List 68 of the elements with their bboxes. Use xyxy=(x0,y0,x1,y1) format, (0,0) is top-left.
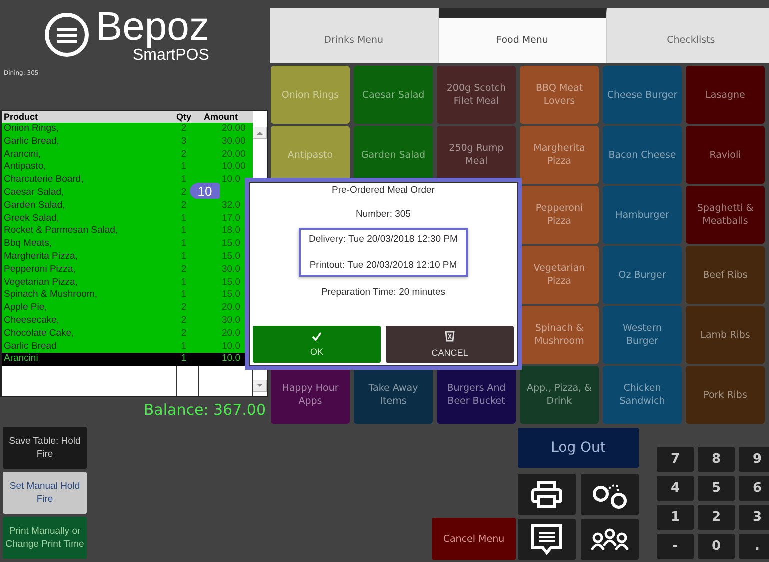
qty-cell-text: 1 xyxy=(180,250,188,264)
amount-cell-text: 10.0 xyxy=(221,353,242,366)
product-cell-text: Rocket & Parmesan Salad, xyxy=(3,225,120,238)
product-cell-text: Arancini xyxy=(3,353,40,366)
qty-cell-text: 1 xyxy=(180,276,188,290)
amount-cell-text: 30.0 xyxy=(221,314,242,328)
amount-cell-text: 15.0 xyxy=(221,250,242,264)
order-number: Number: 305 xyxy=(356,209,411,220)
qty-cell-text: 1 xyxy=(180,225,188,238)
qty-cell-text: 1 xyxy=(180,289,188,302)
amount-cell-text: 20.00 xyxy=(221,148,247,162)
column-header: Product xyxy=(3,111,40,123)
product-cell-text: Garlic Bread, xyxy=(3,136,60,149)
qty-cell-text: 2 xyxy=(180,200,188,213)
amount-cell-text: 30.00 xyxy=(221,136,247,149)
column-header: Qty xyxy=(175,111,192,123)
qty-cell-text: 2 xyxy=(180,302,188,315)
product-cell-text: Charcuterie Board, xyxy=(3,174,85,187)
amount-cell-text: 10.0 xyxy=(221,174,242,187)
product-cell-text: Greek Salad, xyxy=(3,212,60,226)
amount-cell-text: 32.0 xyxy=(221,200,242,213)
qty-cell-text: 2 xyxy=(180,123,188,136)
amount-cell-text: 15.0 xyxy=(221,276,242,290)
product-cell-text: Margherita Pizza, xyxy=(3,250,79,264)
product-cell-text: Chocolate Cake, xyxy=(3,328,76,341)
qty-cell-text: 2 xyxy=(180,264,188,277)
amount-cell-text: 30.0 xyxy=(221,264,242,277)
qty-cell-text: 1 xyxy=(180,174,188,187)
preparation-time: Preparation Time: 20 minutes xyxy=(321,287,446,298)
product-cell-text: Spinach & Mushroom, xyxy=(3,289,98,302)
product-cell-text: Pepperoni Pizza, xyxy=(3,264,77,277)
qty-cell-text: 1 xyxy=(180,353,188,366)
logo-subtitle: SmartPOS xyxy=(132,48,210,64)
product-cell-text: Apple Pie, xyxy=(3,302,48,315)
step-callout: 10 xyxy=(190,183,220,199)
dialog-title: Pre-Ordered Meal Order xyxy=(332,185,435,196)
amount-cell-text: 17.0 xyxy=(221,212,242,226)
qty-cell-text: 2 xyxy=(180,314,188,328)
qty-cell-text: 1 xyxy=(180,340,188,354)
printout-time: Printout: Tue 20/03/2018 12:10 PM xyxy=(310,260,458,271)
qty-cell-text: 1 xyxy=(180,161,188,174)
amount-cell-text: 20.0 xyxy=(221,302,242,315)
logo-name: Bepoz xyxy=(96,6,210,48)
delivery-time: Delivery: Tue 20/03/2018 12:30 PM xyxy=(309,234,458,245)
qty-cell-text: 1 xyxy=(180,238,188,251)
amount-cell-text: 10.0 xyxy=(221,340,242,354)
product-cell-text: Vegetarian Pizza, xyxy=(3,276,79,290)
product-cell-text: Garden Salad, xyxy=(3,200,66,213)
product-cell-text: Caesar Salad, xyxy=(3,186,66,200)
amount-cell-text: 15.0 xyxy=(221,289,242,302)
amount-cell-text: 18.0 xyxy=(221,225,242,238)
product-cell-text: Arancini, xyxy=(3,148,42,162)
product-cell-text: Bbq Meats, xyxy=(3,238,54,251)
product-cell-text: Onion Rings, xyxy=(3,123,60,136)
amount-cell-text: 20.00 xyxy=(221,123,247,136)
product-cell-text: Cheesecake, xyxy=(3,314,60,328)
qty-cell-text: 2 xyxy=(180,186,188,200)
qty-cell-text: 1 xyxy=(180,212,188,226)
amount-cell-text: 15.0 xyxy=(221,238,242,251)
amount-cell-text: 20.0 xyxy=(221,328,242,341)
column-header: Amount xyxy=(203,111,239,123)
qty-cell-text: 2 xyxy=(180,328,188,341)
amount-cell-text: 10.00 xyxy=(221,161,247,174)
product-cell-text: Antipasto, xyxy=(3,161,48,174)
product-cell-text: Garlic Bread xyxy=(3,340,58,354)
qty-cell-text: 3 xyxy=(180,136,188,149)
qty-cell-text: 2 xyxy=(180,148,188,162)
balance-text: Balance: 367.00 xyxy=(144,401,267,419)
